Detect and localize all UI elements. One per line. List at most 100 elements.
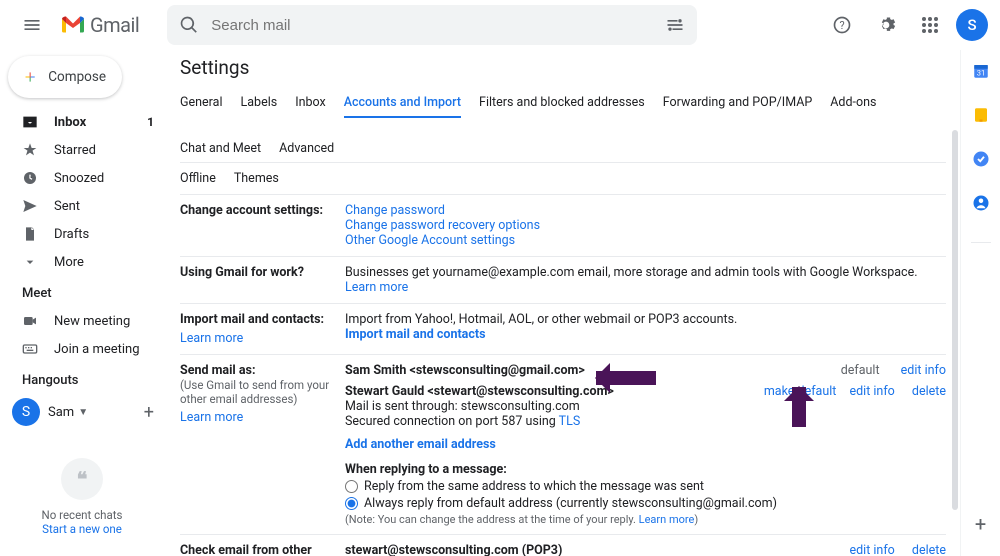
sidebar-item-drafts[interactable]: Drafts xyxy=(0,220,164,248)
calendar-addon[interactable]: 31 xyxy=(972,62,990,84)
search-bar[interactable] xyxy=(167,5,697,45)
link-import-action[interactable]: Import mail and contacts xyxy=(345,327,486,342)
sendas-identity-1: Sam Smith <stewsconsulting@gmail.com> xyxy=(345,363,585,378)
link-workspace-learn[interactable]: Learn more xyxy=(345,280,408,295)
nav-label: Sent xyxy=(54,199,80,214)
start-new-chat-link[interactable]: Start a new one xyxy=(0,522,164,536)
tab-addons[interactable]: Add-ons xyxy=(830,89,876,117)
no-chats-text: No recent chats xyxy=(0,508,164,522)
gmail-logo[interactable]: Gmail xyxy=(60,13,139,37)
file-icon xyxy=(22,226,38,242)
sidebar-item-more[interactable]: More xyxy=(0,248,164,276)
main-menu-button[interactable] xyxy=(12,5,52,45)
page-title: Settings xyxy=(180,56,946,79)
keep-addon[interactable] xyxy=(972,106,990,128)
radio-reply-same[interactable] xyxy=(345,480,358,493)
svg-text:?: ? xyxy=(839,19,844,32)
sidebar-item-sent[interactable]: Sent xyxy=(0,192,164,220)
sidebar-join-meeting[interactable]: Join a meeting xyxy=(0,335,164,363)
scrollbar[interactable] xyxy=(952,130,958,510)
row-sublabel: (Use Gmail to send from your other email… xyxy=(180,378,345,406)
tab-offline[interactable]: Offline xyxy=(180,171,216,186)
contacts-addon[interactable] xyxy=(972,194,990,216)
search-options-icon[interactable] xyxy=(665,15,685,35)
link-delete-2[interactable]: delete xyxy=(912,384,946,399)
tasks-addon[interactable] xyxy=(972,150,990,172)
nav-label: Join a meeting xyxy=(54,342,140,357)
chat-empty-state: ❝ No recent chats Start a new one xyxy=(0,448,164,556)
reply-option-default[interactable]: Always reply from default address (curre… xyxy=(345,496,946,511)
tab-chat-meet[interactable]: Chat and Meet xyxy=(180,135,261,162)
nav-label: Starred xyxy=(54,143,96,158)
settings-tabs: General Labels Inbox Accounts and Import… xyxy=(180,89,946,163)
calendar-icon: 31 xyxy=(972,62,990,80)
link-edit-info-1[interactable]: edit info xyxy=(901,363,946,378)
compose-label: Compose xyxy=(48,69,106,85)
settings-main: Settings General Labels Inbox Accounts a… xyxy=(164,50,960,556)
sendas-identity-2: Stewart Gauld <stewart@stewsconsulting.c… xyxy=(345,384,614,399)
sidebar-item-starred[interactable]: Starred xyxy=(0,136,164,164)
link-make-default[interactable]: make default xyxy=(764,384,837,399)
link-add-email[interactable]: Add another email address xyxy=(345,437,496,452)
tab-forwarding[interactable]: Forwarding and POP/IMAP xyxy=(663,89,813,117)
link-check-delete[interactable]: delete xyxy=(912,543,946,556)
link-change-password[interactable]: Change password xyxy=(345,203,445,218)
search-input[interactable] xyxy=(211,17,653,34)
video-icon xyxy=(22,313,38,329)
link-sendas-learn[interactable]: Learn more xyxy=(180,410,243,425)
sidebar-new-meeting[interactable]: New meeting xyxy=(0,307,164,335)
hangouts-username: Sam xyxy=(48,405,74,420)
star-icon xyxy=(22,142,38,158)
inbox-count: 1 xyxy=(147,115,154,129)
keyboard-icon xyxy=(22,341,38,357)
link-import-learn[interactable]: Learn more xyxy=(180,331,243,346)
support-button[interactable]: ? xyxy=(824,7,860,43)
account-avatar[interactable]: S xyxy=(956,9,988,41)
svg-text:31: 31 xyxy=(976,69,984,78)
link-recovery[interactable]: Change password recovery options xyxy=(345,218,540,233)
reply-option-same[interactable]: Reply from the same address to which the… xyxy=(345,479,946,494)
row-check-email: Check email from other accounts: Learn m… xyxy=(180,535,946,556)
new-chat-button[interactable]: + xyxy=(144,402,154,423)
settings-button[interactable] xyxy=(868,7,904,43)
link-check-edit[interactable]: edit info xyxy=(849,543,894,556)
tab-accounts-import[interactable]: Accounts and Import xyxy=(344,89,461,118)
header-actions: ? S xyxy=(824,7,988,43)
plus-icon xyxy=(24,65,36,89)
nav-label: More xyxy=(54,255,84,270)
tab-general[interactable]: General xyxy=(180,89,223,117)
hamburger-icon xyxy=(22,15,42,35)
link-reply-learn[interactable]: Learn more xyxy=(639,513,695,526)
nav-label: New meeting xyxy=(54,314,130,329)
chevron-down-icon: ▼ xyxy=(78,407,88,418)
link-tls[interactable]: TLS xyxy=(559,414,581,429)
compose-button[interactable]: Compose xyxy=(8,56,122,98)
row-label: Import mail and contacts: xyxy=(180,312,324,327)
row-label: Using Gmail for work? xyxy=(180,265,345,295)
tab-inbox[interactable]: Inbox xyxy=(295,89,326,117)
tab-themes[interactable]: Themes xyxy=(234,171,279,186)
reply-opt1-text: Reply from the same address to which the… xyxy=(364,479,704,494)
gear-icon xyxy=(876,15,896,35)
hangouts-header: Hangouts xyxy=(0,363,164,394)
radio-reply-default[interactable] xyxy=(345,497,358,510)
get-addons-button[interactable]: + xyxy=(975,512,986,536)
tab-labels[interactable]: Labels xyxy=(241,89,278,117)
sidebar-item-inbox[interactable]: Inbox 1 xyxy=(0,108,164,136)
apps-button[interactable] xyxy=(912,7,948,43)
row-send-as: Send mail as: (Use Gmail to send from yo… xyxy=(180,355,946,535)
reply-note: (Note: You can change the address at the… xyxy=(345,513,639,526)
link-edit-info-2[interactable]: edit info xyxy=(849,384,894,399)
sidebar-item-snoozed[interactable]: Snoozed xyxy=(0,164,164,192)
search-icon xyxy=(179,15,199,35)
row-label: Send mail as: xyxy=(180,363,255,378)
gmail-logo-text: Gmail xyxy=(90,13,139,37)
tab-advanced[interactable]: Advanced xyxy=(279,135,334,162)
hangouts-user-row[interactable]: S Sam ▼ + xyxy=(0,394,164,430)
link-other-settings[interactable]: Other Google Account settings xyxy=(345,233,515,248)
chevron-down-icon xyxy=(22,254,38,270)
reply-heading: When replying to a message: xyxy=(345,462,507,477)
meet-header: Meet xyxy=(0,276,164,307)
row-import: Import mail and contacts: Learn more Imp… xyxy=(180,304,946,355)
tab-filters[interactable]: Filters and blocked addresses xyxy=(479,89,645,117)
